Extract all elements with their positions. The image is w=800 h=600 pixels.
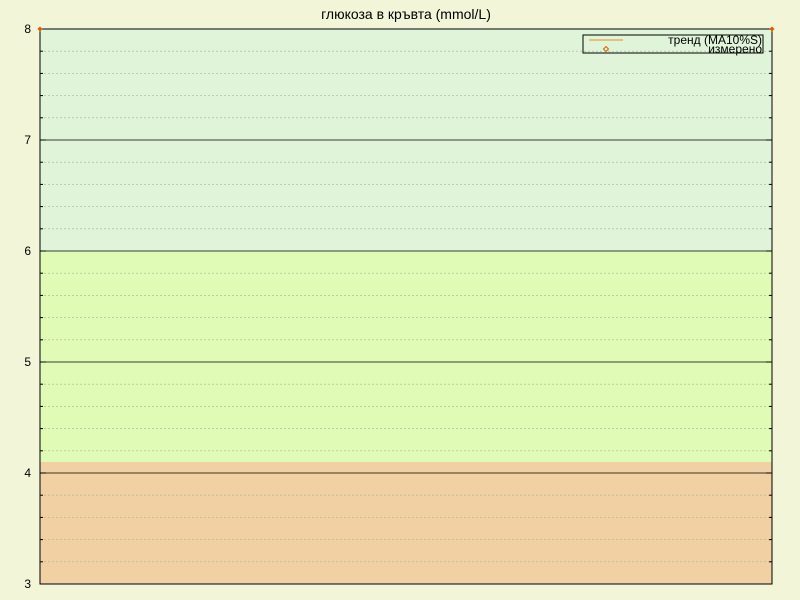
y-tick-label: 3 bbox=[24, 577, 31, 591]
y-tick-label: 7 bbox=[24, 133, 31, 147]
chart-title: глюкоза в кръвта (mmol/L) bbox=[321, 6, 491, 22]
glucose-chart: 345678 глюкоза в кръвта (mmol/L) тренд (… bbox=[24, 6, 775, 591]
chart-stage: 345678 глюкоза в кръвта (mmol/L) тренд (… bbox=[0, 0, 800, 600]
y-tick-label: 8 bbox=[24, 22, 31, 36]
range-bands bbox=[40, 29, 772, 584]
legend-measured-label: измерено bbox=[708, 42, 762, 56]
y-tick-label: 4 bbox=[24, 466, 31, 480]
y-tick-label: 5 bbox=[24, 355, 31, 369]
y-tick-label: 6 bbox=[24, 244, 31, 258]
band-normal bbox=[40, 251, 772, 462]
band-low bbox=[40, 461, 772, 584]
